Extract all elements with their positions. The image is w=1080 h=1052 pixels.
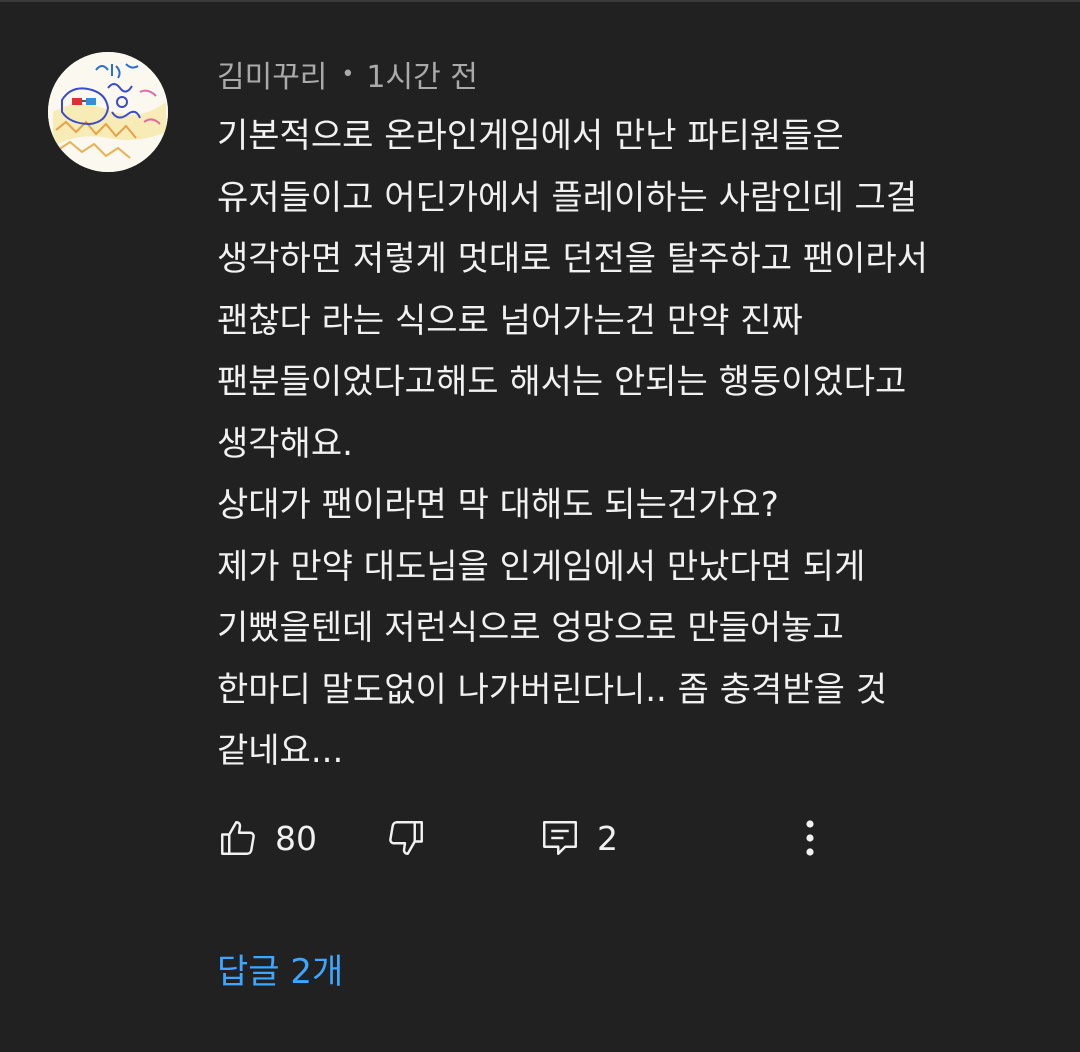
like-button[interactable]: 80 xyxy=(217,812,317,864)
reply-button[interactable]: 2 xyxy=(539,812,618,864)
dislike-button[interactable] xyxy=(385,812,427,864)
more-vertical-icon xyxy=(806,820,814,856)
comment-icon xyxy=(543,821,577,855)
separator-dot: • xyxy=(341,61,355,87)
comment-line: 기본적으로 온라인게임에서 만난 파티원들은 xyxy=(217,116,844,156)
comment-line: 팬분들이었다고해도 해서는 안되는 행동이었다고 xyxy=(217,362,907,402)
doodle-avatar-icon xyxy=(48,52,168,172)
reply-count: 2 xyxy=(597,818,618,858)
comment-line: 유저들이고 어딘가에서 플레이하는 사람인데 그걸 xyxy=(217,177,918,218)
comment-header: 김미꾸리 • 1시간 전 xyxy=(217,52,478,96)
thumbs-down-icon xyxy=(389,821,423,855)
author-name[interactable]: 김미꾸리 xyxy=(217,52,327,96)
comment-line: 제가 만약 대도님을 인게임에서 만났다면 되게 xyxy=(217,546,866,587)
comment-line: 상대가 팬이라면 막 대해도 되는건가요? xyxy=(217,485,779,525)
view-replies-link[interactable]: 답글 2개 xyxy=(217,944,343,993)
comment-timestamp[interactable]: 1시간 전 xyxy=(366,52,477,96)
comment-line: 생각하면 저렇게 멋대로 던전을 탈주하고 팬이라서 xyxy=(217,239,928,279)
author-avatar[interactable] xyxy=(48,52,168,172)
comment-line: 같네요... xyxy=(217,731,344,771)
comment-action-bar: 80 2 xyxy=(217,812,1047,864)
comment-text: 기본적으로 온라인게임에서 만난 파티원들은 유저들이고 어딘가에서 플레이하는… xyxy=(217,106,1047,783)
like-count: 80 xyxy=(275,818,317,858)
comment-line: 기뻤을텐데 저런식으로 엉망으로 만들어놓고 xyxy=(217,608,844,648)
more-options-button[interactable] xyxy=(790,812,830,864)
comment-line: 생각해요. xyxy=(217,423,353,464)
comment-line: 괜찮다 라는 식으로 넘어가는건 만약 진짜 xyxy=(217,300,803,341)
top-divider xyxy=(0,0,1080,2)
thumbs-up-icon xyxy=(221,821,255,855)
comment-line: 한마디 말도없이 나가버린다니.. 좀 충격받을 것 xyxy=(217,669,887,710)
